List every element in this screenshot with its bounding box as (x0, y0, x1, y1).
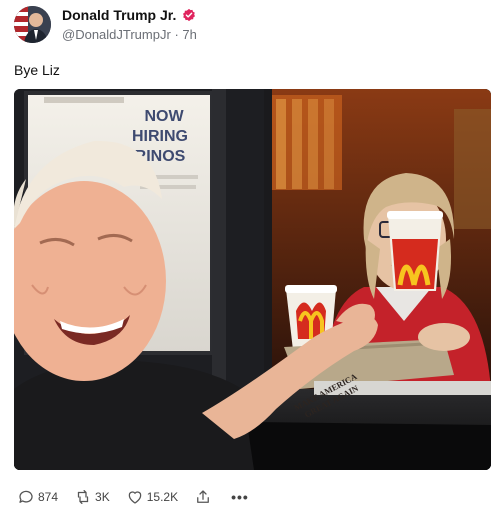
like-count: 15.2K (146, 490, 179, 504)
meta-separator: · (174, 27, 179, 42)
more-options-button[interactable]: ••• (231, 489, 249, 505)
repost-icon (77, 489, 89, 505)
post-actions: 874 3K 15.2K ••• (17, 486, 265, 508)
post-card: Donald Trump Jr. @DonaldJTrumpJr · 7h By… (0, 0, 500, 510)
sign-line-1: NOW (144, 108, 184, 125)
post-media[interactable]: NOW HIRING RINOS MAKE AMERICA GREAT AGAI… (14, 89, 491, 470)
author-display-name[interactable]: Donald Trump Jr. (62, 7, 176, 23)
share-button[interactable] (194, 488, 215, 506)
sign-line-2: HIRING (132, 128, 188, 145)
reply-icon (19, 490, 33, 503)
name-row: Donald Trump Jr. (62, 6, 196, 24)
more-icon: ••• (231, 489, 249, 505)
author-meta: @DonaldJTrumpJr · 7h (62, 27, 197, 42)
avatar[interactable] (14, 6, 51, 43)
post-time[interactable]: 7h (182, 27, 196, 42)
post-header: Donald Trump Jr. @DonaldJTrumpJr · 7h (14, 6, 484, 46)
author-handle[interactable]: @DonaldJTrumpJr (62, 27, 171, 42)
like-button[interactable]: 15.2K (126, 488, 178, 506)
heart-icon (128, 491, 141, 504)
reply-count: 874 (38, 490, 59, 504)
share-icon (197, 490, 209, 503)
post-text: Bye Liz (14, 62, 60, 78)
repost-button[interactable]: 3K (74, 488, 110, 506)
avatar-image (14, 6, 51, 43)
reply-button[interactable]: 874 (17, 488, 58, 506)
repost-count: 3K (95, 490, 110, 504)
verified-badge-icon (183, 8, 196, 22)
drive-thru-meme-image: NOW HIRING RINOS MAKE AMERICA GREAT AGAI… (14, 89, 491, 470)
